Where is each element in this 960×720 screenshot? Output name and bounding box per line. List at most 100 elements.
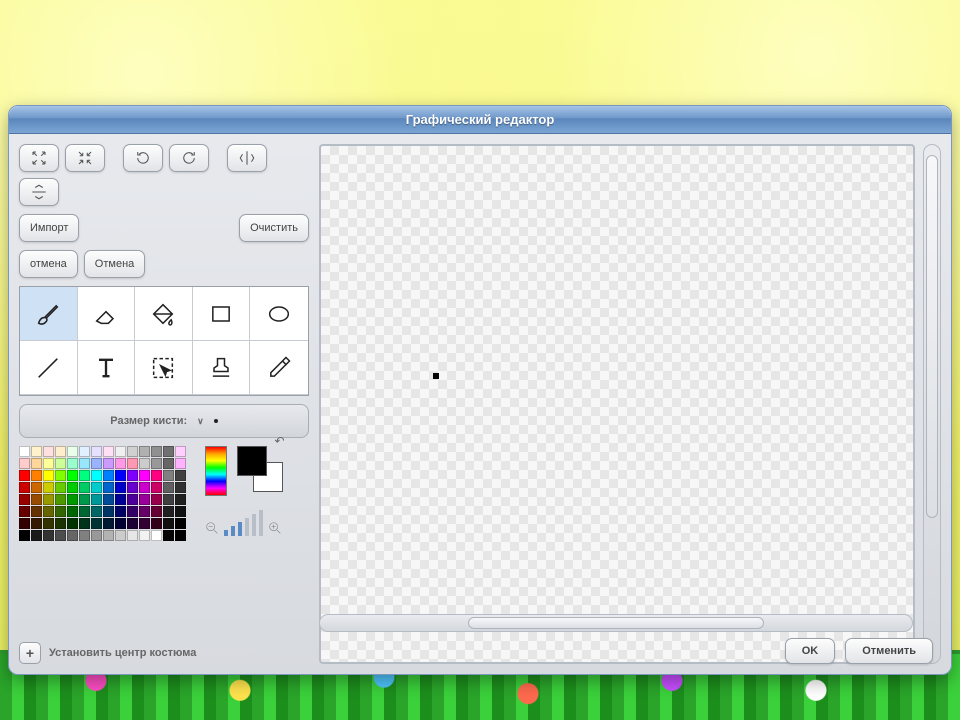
palette-swatch[interactable] (115, 530, 126, 541)
palette-swatch[interactable] (55, 458, 66, 469)
palette-swatch[interactable] (67, 446, 78, 457)
palette-swatch[interactable] (163, 470, 174, 481)
palette-swatch[interactable] (79, 470, 90, 481)
palette-swatch[interactable] (115, 470, 126, 481)
color-spectrum-picker[interactable] (205, 446, 227, 496)
palette-swatch[interactable] (67, 506, 78, 517)
palette-swatch[interactable] (31, 446, 42, 457)
swap-colors-icon[interactable]: ↶ (274, 434, 284, 448)
tool-line[interactable] (20, 341, 78, 395)
palette-swatch[interactable] (91, 458, 102, 469)
zoom-bar[interactable] (231, 526, 235, 536)
palette-swatch[interactable] (19, 530, 30, 541)
palette-swatch[interactable] (175, 494, 186, 505)
palette-swatch[interactable] (31, 530, 42, 541)
palette-swatch[interactable] (163, 506, 174, 517)
palette-swatch[interactable] (19, 446, 30, 457)
palette-swatch[interactable] (103, 458, 114, 469)
drawing-canvas[interactable] (319, 144, 915, 664)
palette-swatch[interactable] (79, 458, 90, 469)
palette-swatch[interactable] (163, 482, 174, 493)
palette-swatch[interactable] (79, 506, 90, 517)
palette-swatch[interactable] (31, 506, 42, 517)
palette-swatch[interactable] (55, 470, 66, 481)
palette-swatch[interactable] (139, 530, 150, 541)
palette-swatch[interactable] (55, 446, 66, 457)
zoom-control[interactable] (204, 510, 283, 536)
palette-swatch[interactable] (43, 446, 54, 457)
palette-swatch[interactable] (67, 458, 78, 469)
rotate-cw-button[interactable] (169, 144, 209, 172)
palette-swatch[interactable] (115, 458, 126, 469)
zoom-in-icon[interactable] (267, 520, 283, 536)
palette-swatch[interactable] (43, 458, 54, 469)
palette-swatch[interactable] (127, 530, 138, 541)
palette-swatch[interactable] (127, 518, 138, 529)
palette-swatch[interactable] (151, 506, 162, 517)
palette-swatch[interactable] (139, 506, 150, 517)
palette-swatch[interactable] (43, 530, 54, 541)
palette-swatch[interactable] (19, 494, 30, 505)
foreground-color-swatch[interactable] (237, 446, 267, 476)
color-palette[interactable] (19, 446, 186, 541)
vertical-scrollbar[interactable] (923, 144, 941, 664)
tool-brush[interactable] (20, 287, 78, 341)
palette-swatch[interactable] (175, 470, 186, 481)
palette-swatch[interactable] (115, 446, 126, 457)
palette-swatch[interactable] (175, 458, 186, 469)
palette-swatch[interactable] (31, 458, 42, 469)
palette-swatch[interactable] (43, 518, 54, 529)
tool-eraser[interactable] (78, 287, 136, 341)
palette-swatch[interactable] (19, 458, 30, 469)
palette-swatch[interactable] (139, 494, 150, 505)
fg-bg-swatch[interactable]: ↶ (237, 446, 283, 492)
ok-button[interactable]: OK (785, 638, 836, 664)
redo-button[interactable]: Отмена (84, 250, 145, 278)
palette-swatch[interactable] (79, 530, 90, 541)
palette-swatch[interactable] (151, 518, 162, 529)
palette-swatch[interactable] (175, 446, 186, 457)
palette-swatch[interactable] (103, 530, 114, 541)
palette-swatch[interactable] (127, 494, 138, 505)
palette-swatch[interactable] (139, 470, 150, 481)
palette-swatch[interactable] (163, 530, 174, 541)
palette-swatch[interactable] (127, 482, 138, 493)
palette-swatch[interactable] (91, 446, 102, 457)
palette-swatch[interactable] (43, 506, 54, 517)
flip-horizontal-button[interactable] (227, 144, 267, 172)
palette-swatch[interactable] (139, 518, 150, 529)
palette-swatch[interactable] (163, 494, 174, 505)
palette-swatch[interactable] (151, 470, 162, 481)
horizontal-scrollbar[interactable] (319, 614, 913, 632)
palette-swatch[interactable] (91, 530, 102, 541)
palette-swatch[interactable] (103, 506, 114, 517)
palette-swatch[interactable] (151, 482, 162, 493)
zoom-bar[interactable] (245, 518, 249, 536)
zoom-bar[interactable] (238, 522, 242, 536)
brush-size-bar[interactable]: Размер кисти: ∨ (19, 404, 309, 438)
palette-swatch[interactable] (79, 482, 90, 493)
palette-swatch[interactable] (103, 482, 114, 493)
palette-swatch[interactable] (67, 470, 78, 481)
palette-swatch[interactable] (19, 518, 30, 529)
palette-swatch[interactable] (31, 470, 42, 481)
palette-swatch[interactable] (175, 482, 186, 493)
palette-swatch[interactable] (91, 470, 102, 481)
clear-button[interactable]: Очистить (239, 214, 309, 242)
palette-swatch[interactable] (115, 482, 126, 493)
palette-swatch[interactable] (55, 518, 66, 529)
undo-button[interactable]: отмена (19, 250, 78, 278)
tool-rectangle[interactable] (193, 287, 251, 341)
palette-swatch[interactable] (103, 494, 114, 505)
palette-swatch[interactable] (19, 506, 30, 517)
palette-swatch[interactable] (31, 482, 42, 493)
flip-vertical-button[interactable] (19, 178, 59, 206)
palette-swatch[interactable] (151, 530, 162, 541)
palette-swatch[interactable] (67, 482, 78, 493)
tool-select[interactable] (135, 341, 193, 395)
palette-swatch[interactable] (175, 530, 186, 541)
palette-swatch[interactable] (79, 446, 90, 457)
palette-swatch[interactable] (79, 494, 90, 505)
palette-swatch[interactable] (175, 518, 186, 529)
palette-swatch[interactable] (127, 506, 138, 517)
